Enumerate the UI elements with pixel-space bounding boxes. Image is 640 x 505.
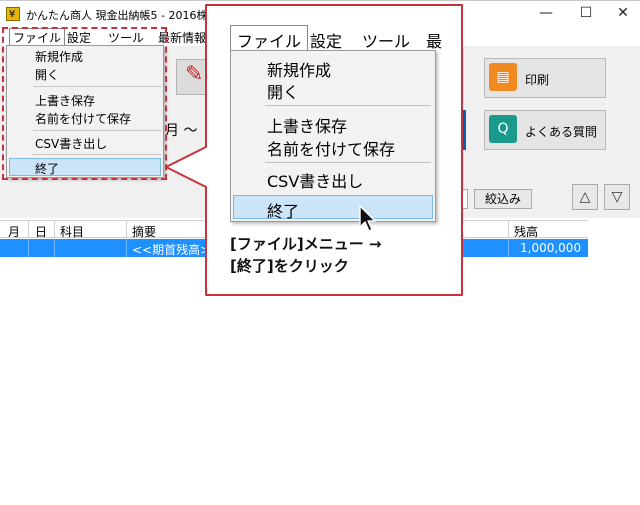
zoom-menu-file: ファイル (230, 25, 309, 51)
zoom-menu-news: 最 (426, 32, 443, 51)
instruction-caption-line1: [ファイル]メニュー → (230, 235, 382, 253)
zoom-item-csv-export: CSV書き出し (267, 172, 364, 191)
zoom-menu-bar: ファイル 設定 ツール 最 (230, 25, 450, 51)
zoom-item-save-as: 名前を付けて保存 (267, 140, 396, 159)
zoom-menu-tools: ツール (362, 32, 411, 51)
zoom-panel: ファイル 設定 ツール 最 新規作成 開く 上書き保存 名前を付けて保存 CSV… (206, 5, 462, 295)
zoom-item-exit-highlight (233, 195, 433, 219)
zoom-item-new: 新規作成 (267, 61, 332, 80)
zoom-item-exit: 終了 (267, 202, 300, 221)
zoom-menu-settings: 設定 (310, 32, 343, 51)
mouse-cursor-icon (359, 205, 376, 232)
zoom-file-dropdown: 新規作成 開く 上書き保存 名前を付けて保存 CSV書き出し 終了 (230, 50, 436, 222)
zoom-item-save: 上書き保存 (267, 117, 348, 136)
zoom-separator (265, 162, 431, 163)
zoom-item-open: 開く (267, 83, 300, 102)
zoom-separator (265, 105, 431, 106)
instruction-caption-line2: [終了]をクリック (230, 257, 349, 275)
